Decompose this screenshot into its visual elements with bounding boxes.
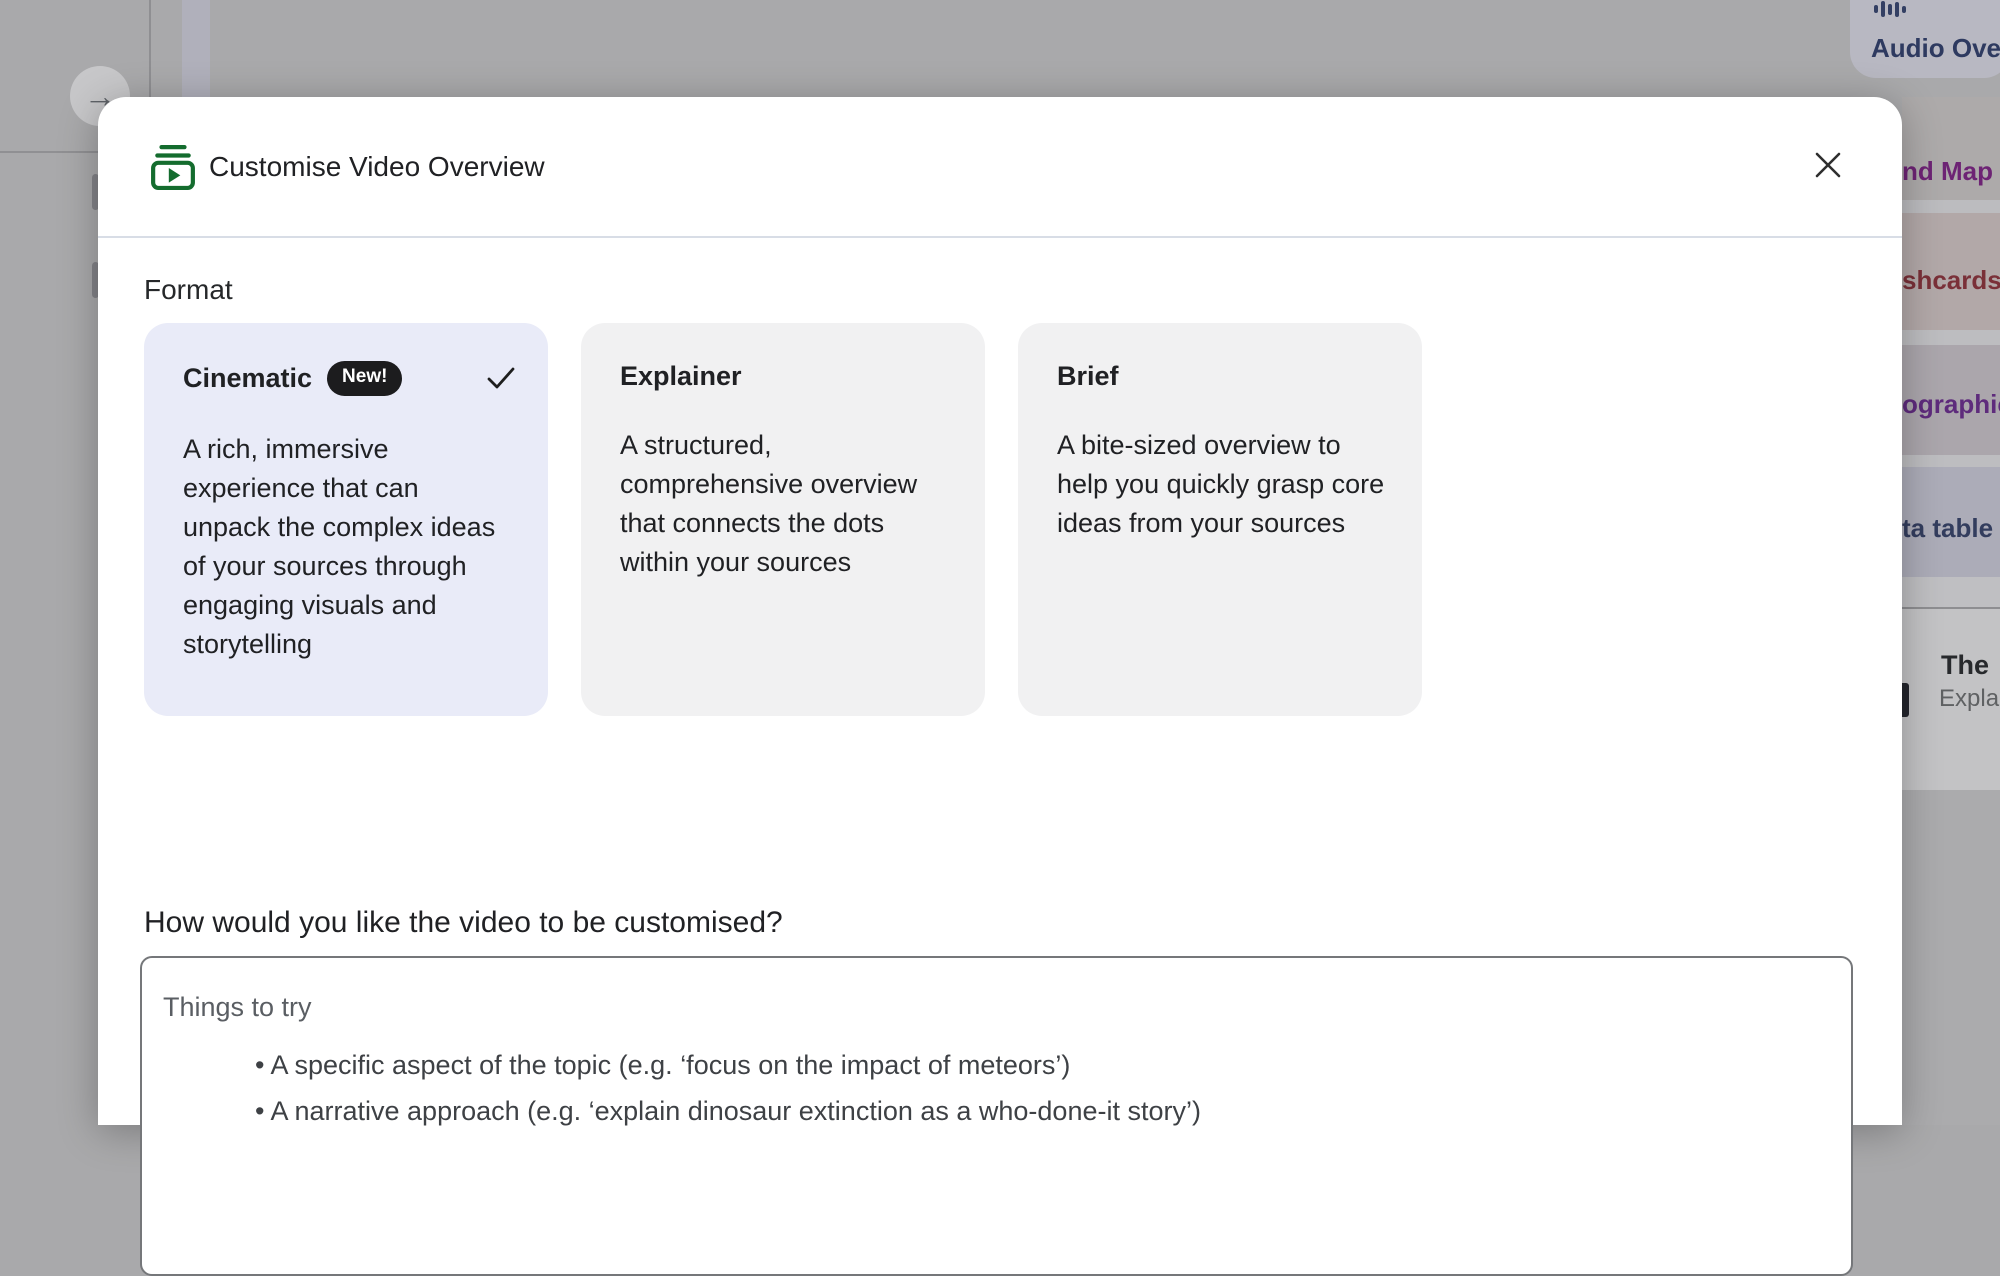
- studio-tile-gap: [1902, 200, 2000, 213]
- studio-tile-audio-overview: Audio Overv: [1850, 0, 2000, 78]
- format-option-header: Explainer: [620, 361, 955, 392]
- close-button[interactable]: [1808, 145, 1848, 185]
- studio-panel-spacer: [1902, 577, 2000, 607]
- format-option-name: Explainer: [620, 361, 742, 392]
- format-option-header: Cinematic New!: [183, 361, 518, 396]
- dialog-content: Format Cinematic New! A rich, immersive …: [98, 274, 1902, 1276]
- close-icon: [1814, 151, 1842, 179]
- format-option-description: A structured, comprehensive overview tha…: [620, 426, 950, 582]
- studio-tile-label-data-table: ta table: [1902, 513, 1993, 544]
- format-options: Cinematic New! A rich, immersive experie…: [144, 323, 1902, 716]
- format-option-brief[interactable]: Brief A bite-sized overview to help you …: [1018, 323, 1422, 716]
- customise-question-label: How would you like the video to be custo…: [144, 906, 1902, 940]
- background-panel-divider-horizontal: [0, 151, 98, 153]
- customise-video-overview-dialog: Customise Video Overview Format Cinemati…: [98, 97, 1902, 1125]
- studio-tile-gap: [1902, 330, 2000, 345]
- format-option-name: Cinematic: [183, 363, 312, 394]
- new-badge: New!: [327, 361, 402, 396]
- studio-panel-lower: [1902, 790, 2000, 1125]
- studio-tile-label-flashcards: shcards: [1902, 265, 2000, 296]
- video-overview-icon: [147, 144, 199, 190]
- studio-panel-edge: nd Map shcards ographic ta table The Exp…: [1902, 97, 2000, 1125]
- things-to-try-label: Things to try: [163, 992, 1851, 1023]
- dialog-header: Customise Video Overview: [98, 97, 1902, 238]
- audio-waveform-icon: [1874, 0, 1906, 18]
- dialog-title: Customise Video Overview: [209, 151, 545, 183]
- suggestion-list: A specific aspect of the topic (e.g. ‘fo…: [163, 1042, 1851, 1134]
- format-option-name: Brief: [1057, 361, 1119, 392]
- suggestion-item: A specific aspect of the topic (e.g. ‘fo…: [255, 1042, 1851, 1088]
- format-option-explainer[interactable]: Explainer A structured, comprehensive ov…: [581, 323, 985, 716]
- format-option-description: A rich, immersive experience that can un…: [183, 430, 513, 664]
- suggestion-item: A narrative approach (e.g. ‘explain dino…: [255, 1088, 1851, 1134]
- format-section-label: Format: [144, 274, 1902, 306]
- studio-tile-label-infographic: ographic: [1902, 389, 2000, 420]
- customise-prompt-input[interactable]: Things to try A specific aspect of the t…: [140, 956, 1853, 1276]
- list-item-subtitle: Expla: [1939, 685, 1999, 713]
- studio-tile-label: Audio Overv: [1871, 33, 2000, 64]
- format-option-cinematic[interactable]: Cinematic New! A rich, immersive experie…: [144, 323, 548, 716]
- studio-tile-gap: [1902, 455, 2000, 467]
- format-option-description: A bite-sized overview to help you quickl…: [1057, 426, 1387, 543]
- format-option-header: Brief: [1057, 361, 1392, 392]
- selected-check-icon: [484, 362, 518, 394]
- list-item-title: The: [1941, 650, 1989, 681]
- studio-tile-label-mind-map: nd Map: [1902, 156, 1993, 187]
